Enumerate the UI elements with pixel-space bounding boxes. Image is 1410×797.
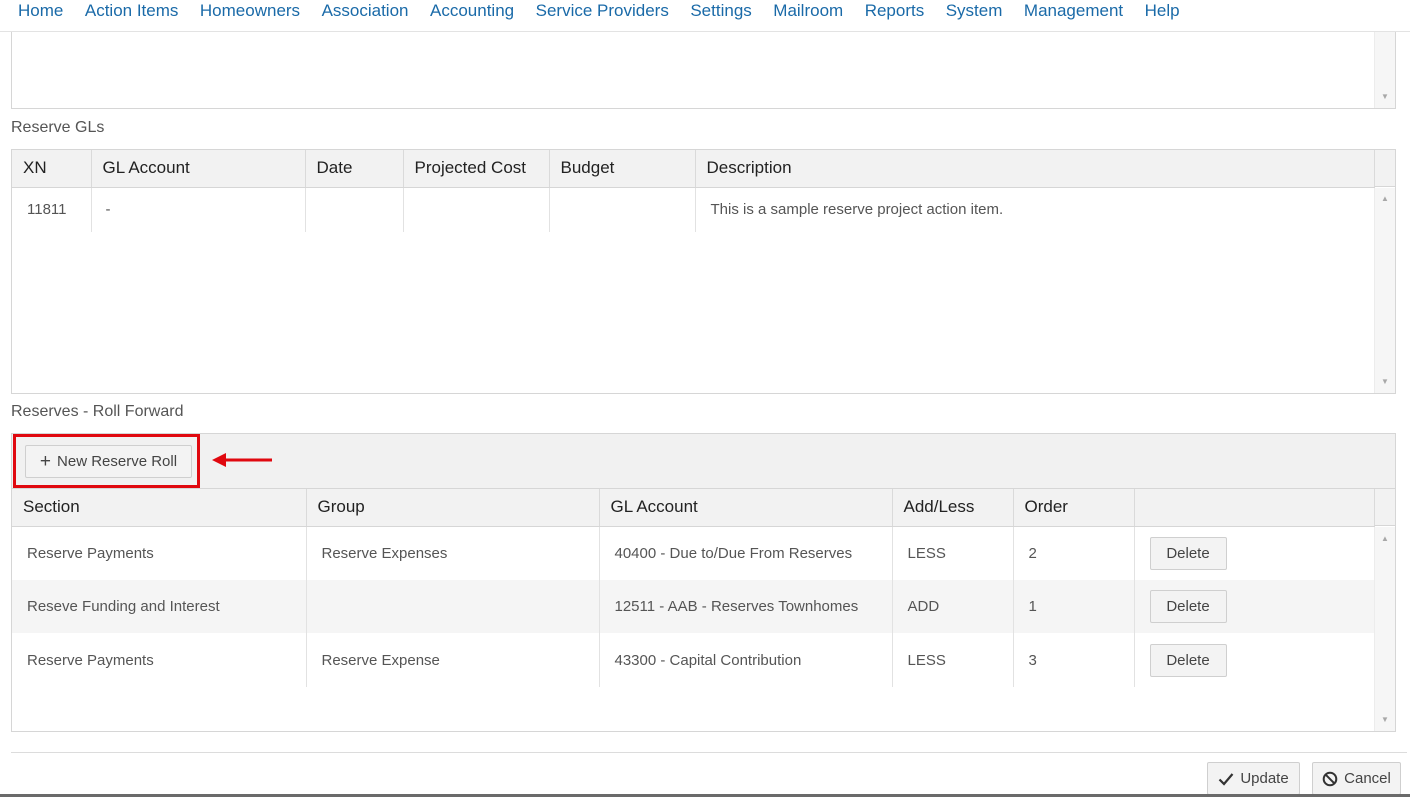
table-row[interactable]: 11811 - This is a sample reserve project… [12,187,1375,232]
col-add-less[interactable]: Add/Less [892,489,1014,527]
cell-add-less: LESS [892,527,1014,580]
delete-button[interactable]: Delete [1149,590,1227,623]
nav-mailroom[interactable]: Mailroom [773,0,843,22]
col-budget[interactable]: Budget [549,150,696,188]
reserve-gls-header: XN GL Account Date Projected Cost Budget… [12,150,1375,188]
nav-reports[interactable]: Reports [865,0,925,22]
red-arrow-icon [212,453,272,467]
reserve-gls-body: 11811 - This is a sample reserve project… [12,187,1375,232]
nav-system[interactable]: System [946,0,1003,22]
roll-forward-header: Section Group GL Account Add/Less Order [12,489,1375,527]
nav-association[interactable]: Association [322,0,409,22]
cell-date [305,187,404,232]
cancel-label: Cancel [1344,770,1391,787]
cell-actions: Delete [1134,633,1375,687]
col-description[interactable]: Description [695,150,1375,188]
cell-group: Reserve Expenses [306,527,600,580]
cell-section: Reseve Funding and Interest [12,580,307,633]
roll-forward-title: Reserves - Roll Forward [11,403,184,420]
col-xn[interactable]: XN [12,150,92,188]
cell-order: 3 [1013,633,1135,687]
top-nav: Home Action Items Homeowners Association… [0,0,1410,32]
col-gl-account[interactable]: GL Account [91,150,306,188]
cell-section: Reserve Payments [12,527,307,580]
check-icon [1219,772,1234,786]
cell-add-less: ADD [892,580,1014,633]
col-actions [1134,489,1375,527]
cell-add-less: LESS [892,633,1014,687]
cell-xn: 11811 [12,187,92,232]
scroll-up-icon[interactable]: ▲ [1381,195,1389,203]
cell-actions: Delete [1134,580,1375,633]
notes-scrollbar[interactable]: ▼ [1374,32,1395,108]
reserve-gls-title: Reserve GLs [11,119,105,136]
col-section[interactable]: Section [12,489,307,527]
scroll-down-icon[interactable]: ▼ [1381,378,1389,386]
roll-forward-scrollbar[interactable]: ▲ ▼ [1374,527,1395,731]
scroll-down-icon[interactable]: ▼ [1381,93,1389,101]
delete-button[interactable]: Delete [1149,643,1227,677]
scroll-up-icon[interactable]: ▲ [1381,535,1389,543]
cell-section: Reserve Payments [12,633,307,687]
roll-forward-body: Reserve Payments Reserve Expenses 40400 … [12,527,1375,687]
nav-accounting[interactable]: Accounting [430,0,514,22]
ban-icon [1322,771,1338,786]
cell-group [306,580,600,633]
cell-order: 2 [1013,527,1135,580]
cancel-button[interactable]: Cancel [1312,762,1401,795]
cell-gl-account: - [91,187,306,232]
col-gl-account[interactable]: GL Account [599,489,893,527]
cell-group: Reserve Expense [306,633,600,687]
col-group[interactable]: Group [306,489,600,527]
nav-help[interactable]: Help [1145,0,1180,22]
cell-gl-account: 40400 - Due to/Due From Reserves [599,527,893,580]
roll-forward-grid: + New Reserve Roll Section Group GL Acco… [11,433,1396,732]
footer-divider [11,752,1407,753]
col-projected-cost[interactable]: Projected Cost [403,150,550,188]
delete-button[interactable]: Delete [1149,537,1227,570]
nav-home[interactable]: Home [18,0,63,22]
nav-action-items[interactable]: Action Items [85,0,179,22]
reserve-gls-grid: XN GL Account Date Projected Cost Budget… [11,149,1396,394]
table-row[interactable]: Reserve Payments Reserve Expense 43300 -… [12,633,1375,687]
cell-projected-cost [403,187,550,232]
cell-gl-account: 43300 - Capital Contribution [599,633,893,687]
nav-management[interactable]: Management [1024,0,1123,22]
update-button[interactable]: Update [1207,762,1300,795]
col-order[interactable]: Order [1013,489,1135,527]
update-label: Update [1240,770,1289,787]
nav-service-providers[interactable]: Service Providers [536,0,669,22]
reserve-gls-scrollbar[interactable]: ▲ ▼ [1374,188,1395,393]
cell-gl-account: 12511 - AAB - Reserves Townhomes [599,580,893,633]
col-date[interactable]: Date [305,150,404,188]
table-row[interactable]: Reserve Payments Reserve Expenses 40400 … [12,527,1375,580]
cell-description: This is a sample reserve project action … [710,201,1004,218]
notes-panel[interactable]: ▼ [11,32,1396,109]
cell-actions: Delete [1134,527,1375,580]
nav-settings[interactable]: Settings [690,0,751,22]
highlight-box [13,434,200,488]
cell-budget [549,187,696,232]
table-row[interactable]: Reseve Funding and Interest 12511 - AAB … [12,580,1375,633]
nav-homeowners[interactable]: Homeowners [200,0,300,22]
cell-order: 1 [1013,580,1135,633]
scroll-down-icon[interactable]: ▼ [1381,716,1389,724]
